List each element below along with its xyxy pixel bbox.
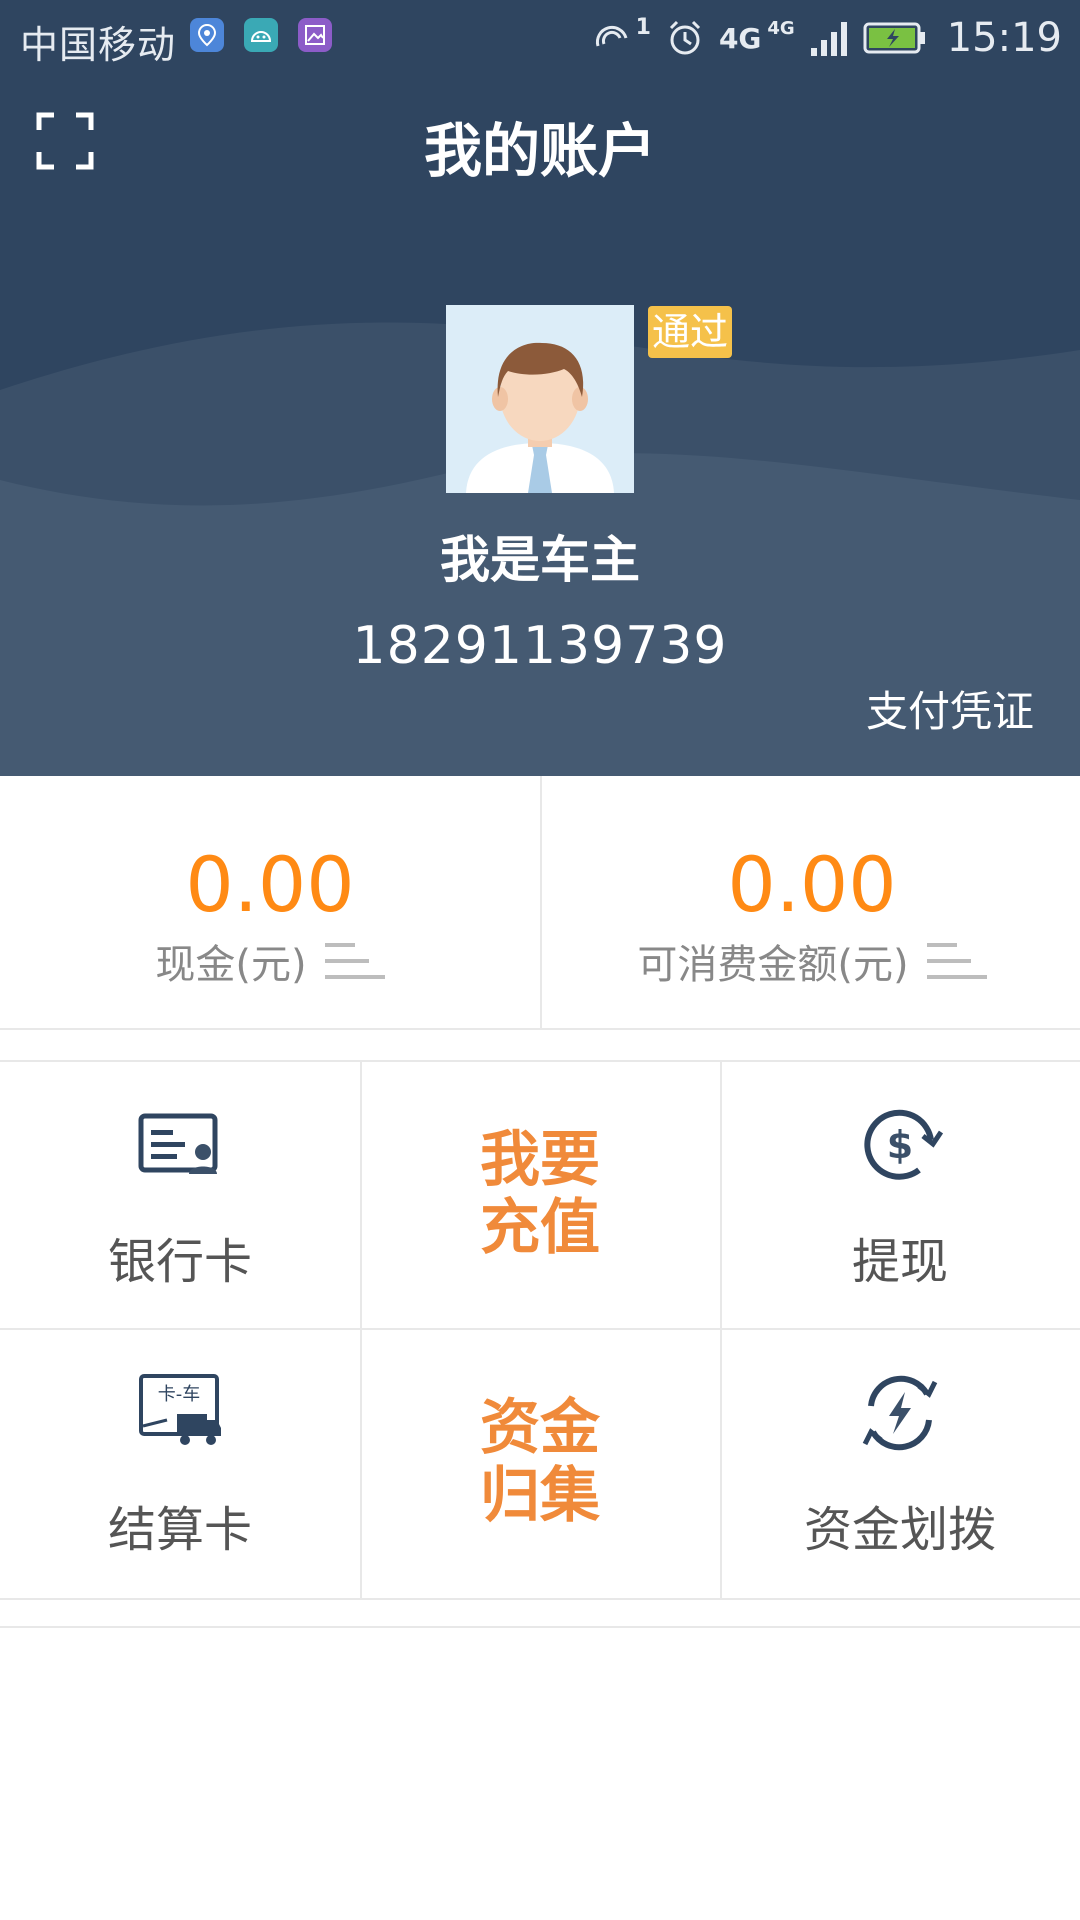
- location-app-icon: [190, 18, 224, 52]
- user-name: 我是车主: [440, 531, 640, 589]
- recharge-label-line-1: 我要: [480, 1125, 600, 1195]
- settlement-card-label: 结算卡: [107, 1502, 252, 1558]
- settlement-card-truck-icon: 卡-车: [139, 1374, 221, 1445]
- withdraw-label: 提现: [851, 1234, 948, 1290]
- payment-voucher-link[interactable]: 支付凭证: [866, 678, 1034, 739]
- status-bar: 中国移动 1 4G 4G 15:19: [0, 0, 1080, 76]
- fund-collect-label: 资金 归集: [360, 1394, 720, 1530]
- settlement-card-button[interactable]: 卡-车 结算卡: [0, 1330, 360, 1596]
- battery-charging-icon: [863, 22, 925, 54]
- status-time: 15:19: [946, 15, 1062, 61]
- details-list-icon[interactable]: [324, 939, 385, 983]
- user-avatar-icon: [446, 305, 634, 493]
- avatar[interactable]: [446, 305, 634, 493]
- details-list-icon[interactable]: [926, 939, 987, 983]
- section-divider: [0, 1626, 1080, 1628]
- page-title: 我的账户: [423, 117, 656, 185]
- fund-transfer-label: 资金划拨: [803, 1502, 996, 1558]
- network-type-label-2: 4G: [767, 17, 795, 39]
- withdraw-button[interactable]: $ 提现: [720, 1062, 1080, 1328]
- withdraw-dollar-icon: $: [864, 1109, 943, 1180]
- cash-label: 现金(元): [155, 942, 307, 988]
- recharge-button[interactable]: 我要 充值: [360, 1062, 720, 1328]
- bank-card-icon: [138, 1113, 218, 1174]
- hd-call-icon: [595, 25, 628, 47]
- verified-badge: 通过: [648, 306, 732, 358]
- spendable-label: 可消费金额(元): [637, 942, 909, 988]
- fund-transfer-button[interactable]: 资金划拨: [720, 1330, 1080, 1596]
- bank-card-label: 银行卡: [107, 1234, 252, 1290]
- spendable-amount: 0.00: [727, 840, 897, 929]
- svg-text:$: $: [887, 1123, 913, 1167]
- fund-collect-button[interactable]: 资金 归集: [360, 1330, 720, 1596]
- carrier-name: 中国移动: [20, 23, 177, 67]
- recharge-label-line-2: 充值: [480, 1193, 600, 1263]
- settlement-icon-text: 卡-车: [158, 1384, 201, 1405]
- balance-section: 0.00 现金(元) 0.00 可消费金额(元): [0, 776, 1080, 1030]
- sim-number: 1: [635, 14, 651, 40]
- fund-collect-label-line-2: 归集: [480, 1461, 600, 1531]
- cash-balance[interactable]: 0.00 现金(元): [0, 776, 540, 1028]
- cash-amount: 0.00: [185, 840, 355, 929]
- gallery-app-icon: [298, 18, 332, 52]
- user-phone: 18291139739: [352, 616, 728, 676]
- bank-card-button[interactable]: 银行卡: [0, 1062, 360, 1328]
- signal-strength-icon: [810, 22, 847, 56]
- network-type-label: 4G: [718, 21, 762, 55]
- fund-transfer-lightning-icon: [862, 1375, 938, 1451]
- alarm-icon: [669, 20, 700, 55]
- spendable-balance[interactable]: 0.00 可消费金额(元): [540, 776, 1080, 1028]
- recharge-label: 我要 充值: [360, 1126, 720, 1262]
- account-header: 中国移动 1 4G 4G 15:19 我的账户 通过 我是车主 18291139…: [0, 0, 1080, 776]
- android-app-icon: [244, 18, 278, 52]
- function-grid: 银行卡 我要 充值 $ 提现 卡-车 结算卡 资金 归集 资金划拨: [0, 1060, 1080, 1600]
- fund-collect-label-line-1: 资金: [480, 1393, 600, 1463]
